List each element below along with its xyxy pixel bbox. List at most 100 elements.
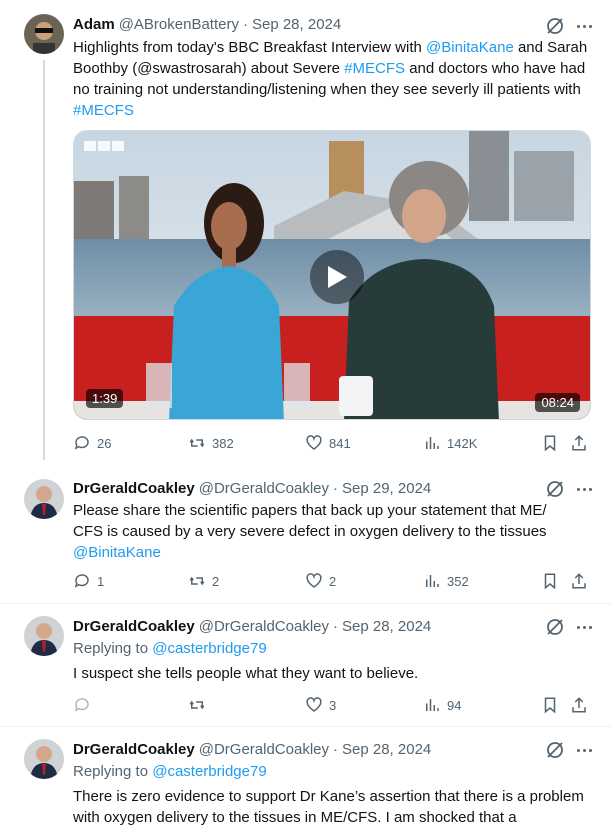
repost-icon — [189, 700, 205, 710]
avatar[interactable] — [24, 739, 64, 779]
separator-dot: · — [333, 617, 339, 635]
views-icon — [426, 437, 439, 449]
author-handle[interactable]: @DrGeraldCoakley — [199, 741, 329, 758]
text-segment: Please share the scientific papers that … — [73, 502, 547, 540]
tweet[interactable]: DrGeraldCoakley @DrGeraldCoakley · Sep 2… — [0, 727, 612, 830]
like-icon — [306, 573, 322, 588]
bookmark-icon — [544, 697, 556, 714]
repost-icon — [189, 438, 205, 448]
video-player[interactable]: 1:39 08:24 — [73, 130, 591, 420]
bookmark-button[interactable] — [541, 570, 559, 592]
tweet-text: There is zero evidence to support Dr Kan… — [73, 786, 593, 828]
reply-button[interactable]: 26 — [73, 432, 111, 454]
action-bar: 3 94 — [73, 694, 593, 716]
reply-count: 26 — [97, 435, 112, 451]
reply-button[interactable] — [73, 694, 91, 716]
tweet-header: DrGeraldCoakley @DrGeraldCoakley · Sep 2… — [73, 479, 431, 497]
author-handle[interactable]: @ABrokenBattery — [119, 16, 239, 33]
reply-icon — [74, 436, 89, 450]
author-name[interactable]: DrGeraldCoakley — [73, 480, 195, 497]
more-icon[interactable] — [574, 479, 594, 499]
tweet-text: I suspect she tells people what they wan… — [73, 663, 593, 684]
author-name[interactable]: DrGeraldCoakley — [73, 618, 195, 635]
grok-icon[interactable] — [544, 478, 566, 500]
tweet[interactable]: Adam @ABrokenBattery · Sep 28, 2024 High… — [0, 0, 612, 470]
video-timestamp: 08:24 — [535, 393, 580, 412]
tweet-date[interactable]: Sep 28, 2024 — [342, 741, 431, 758]
more-icon[interactable] — [574, 617, 594, 637]
tweet-text: Please share the scientific papers that … — [73, 500, 573, 563]
views-button[interactable]: 352 — [423, 570, 469, 592]
grok-icon[interactable] — [544, 739, 566, 761]
replying-to: Replying to @casterbridge79 — [73, 640, 267, 657]
avatar[interactable] — [24, 14, 64, 54]
like-count: 841 — [329, 435, 351, 451]
share-icon — [572, 697, 586, 713]
share-button[interactable] — [570, 694, 588, 716]
mention-link[interactable]: @BinitaKane — [426, 39, 514, 56]
separator-dot: · — [333, 479, 339, 497]
grok-icon[interactable] — [544, 616, 566, 638]
separator-dot: · — [333, 740, 339, 758]
replying-prefix: Replying to — [73, 640, 153, 657]
more-icon[interactable] — [574, 740, 594, 760]
share-button[interactable] — [570, 432, 588, 454]
tweet-date[interactable]: Sep 28, 2024 — [252, 16, 341, 33]
mention-link[interactable]: @BinitaKane — [73, 544, 161, 561]
like-button[interactable]: 3 — [305, 694, 336, 716]
tweet-date[interactable]: Sep 29, 2024 — [342, 480, 431, 497]
tweet-header: Adam @ABrokenBattery · Sep 28, 2024 — [73, 15, 341, 33]
author-handle[interactable]: @DrGeraldCoakley — [199, 480, 329, 497]
tweet[interactable]: DrGeraldCoakley @DrGeraldCoakley · Sep 2… — [0, 470, 612, 603]
views-button[interactable]: 142K — [423, 432, 477, 454]
action-bar: 26 382 841 142K — [73, 432, 593, 454]
grok-icon[interactable] — [544, 15, 566, 37]
action-bar: 1 2 2 352 — [73, 570, 593, 592]
tweet[interactable]: DrGeraldCoakley @DrGeraldCoakley · Sep 2… — [0, 604, 612, 726]
separator-dot: · — [242, 15, 248, 33]
text-segment: There is zero evidence to support Dr Kan… — [73, 788, 584, 826]
repost-button[interactable] — [188, 694, 206, 716]
repost-icon — [189, 576, 205, 586]
replying-prefix: Replying to — [73, 763, 153, 780]
bookmark-button[interactable] — [541, 432, 559, 454]
share-icon — [572, 573, 586, 589]
reply-count: 1 — [97, 573, 105, 589]
bookmark-icon — [544, 573, 556, 590]
like-button[interactable]: 2 — [305, 570, 336, 592]
views-icon — [426, 699, 439, 711]
replying-to-link[interactable]: @casterbridge79 — [152, 640, 266, 657]
author-name[interactable]: Adam — [73, 16, 115, 33]
views-count: 142K — [447, 435, 478, 451]
reply-button[interactable]: 1 — [73, 570, 104, 592]
play-button[interactable] — [310, 250, 364, 304]
more-icon[interactable] — [574, 16, 594, 36]
reply-icon — [74, 574, 89, 588]
like-icon — [306, 435, 322, 450]
hashtag-link[interactable]: #MECFS — [344, 60, 405, 77]
like-count: 3 — [329, 697, 337, 713]
author-name[interactable]: DrGeraldCoakley — [73, 741, 195, 758]
repost-button[interactable]: 2 — [188, 570, 219, 592]
repost-count: 382 — [212, 435, 234, 451]
repost-button[interactable]: 382 — [188, 432, 234, 454]
text-segment: I suspect she tells people what they wan… — [73, 665, 419, 682]
replying-to: Replying to @casterbridge79 — [73, 763, 267, 780]
views-button[interactable]: 94 — [423, 694, 461, 716]
tweet-header: DrGeraldCoakley @DrGeraldCoakley · Sep 2… — [73, 740, 431, 758]
like-icon — [306, 697, 322, 712]
replying-to-link[interactable]: @casterbridge79 — [152, 763, 266, 780]
share-button[interactable] — [570, 570, 588, 592]
play-icon — [328, 266, 347, 288]
like-button[interactable]: 841 — [305, 432, 351, 454]
bookmark-button[interactable] — [541, 694, 559, 716]
avatar[interactable] — [24, 616, 64, 656]
text-segment: Highlights from today's BBC Breakfast In… — [73, 39, 426, 56]
tweet-date[interactable]: Sep 28, 2024 — [342, 618, 431, 635]
bookmark-icon — [544, 435, 556, 452]
share-icon — [572, 435, 586, 451]
hashtag-link[interactable]: #MECFS — [73, 102, 134, 119]
avatar[interactable] — [24, 479, 64, 519]
views-icon — [426, 575, 439, 587]
author-handle[interactable]: @DrGeraldCoakley — [199, 618, 329, 635]
